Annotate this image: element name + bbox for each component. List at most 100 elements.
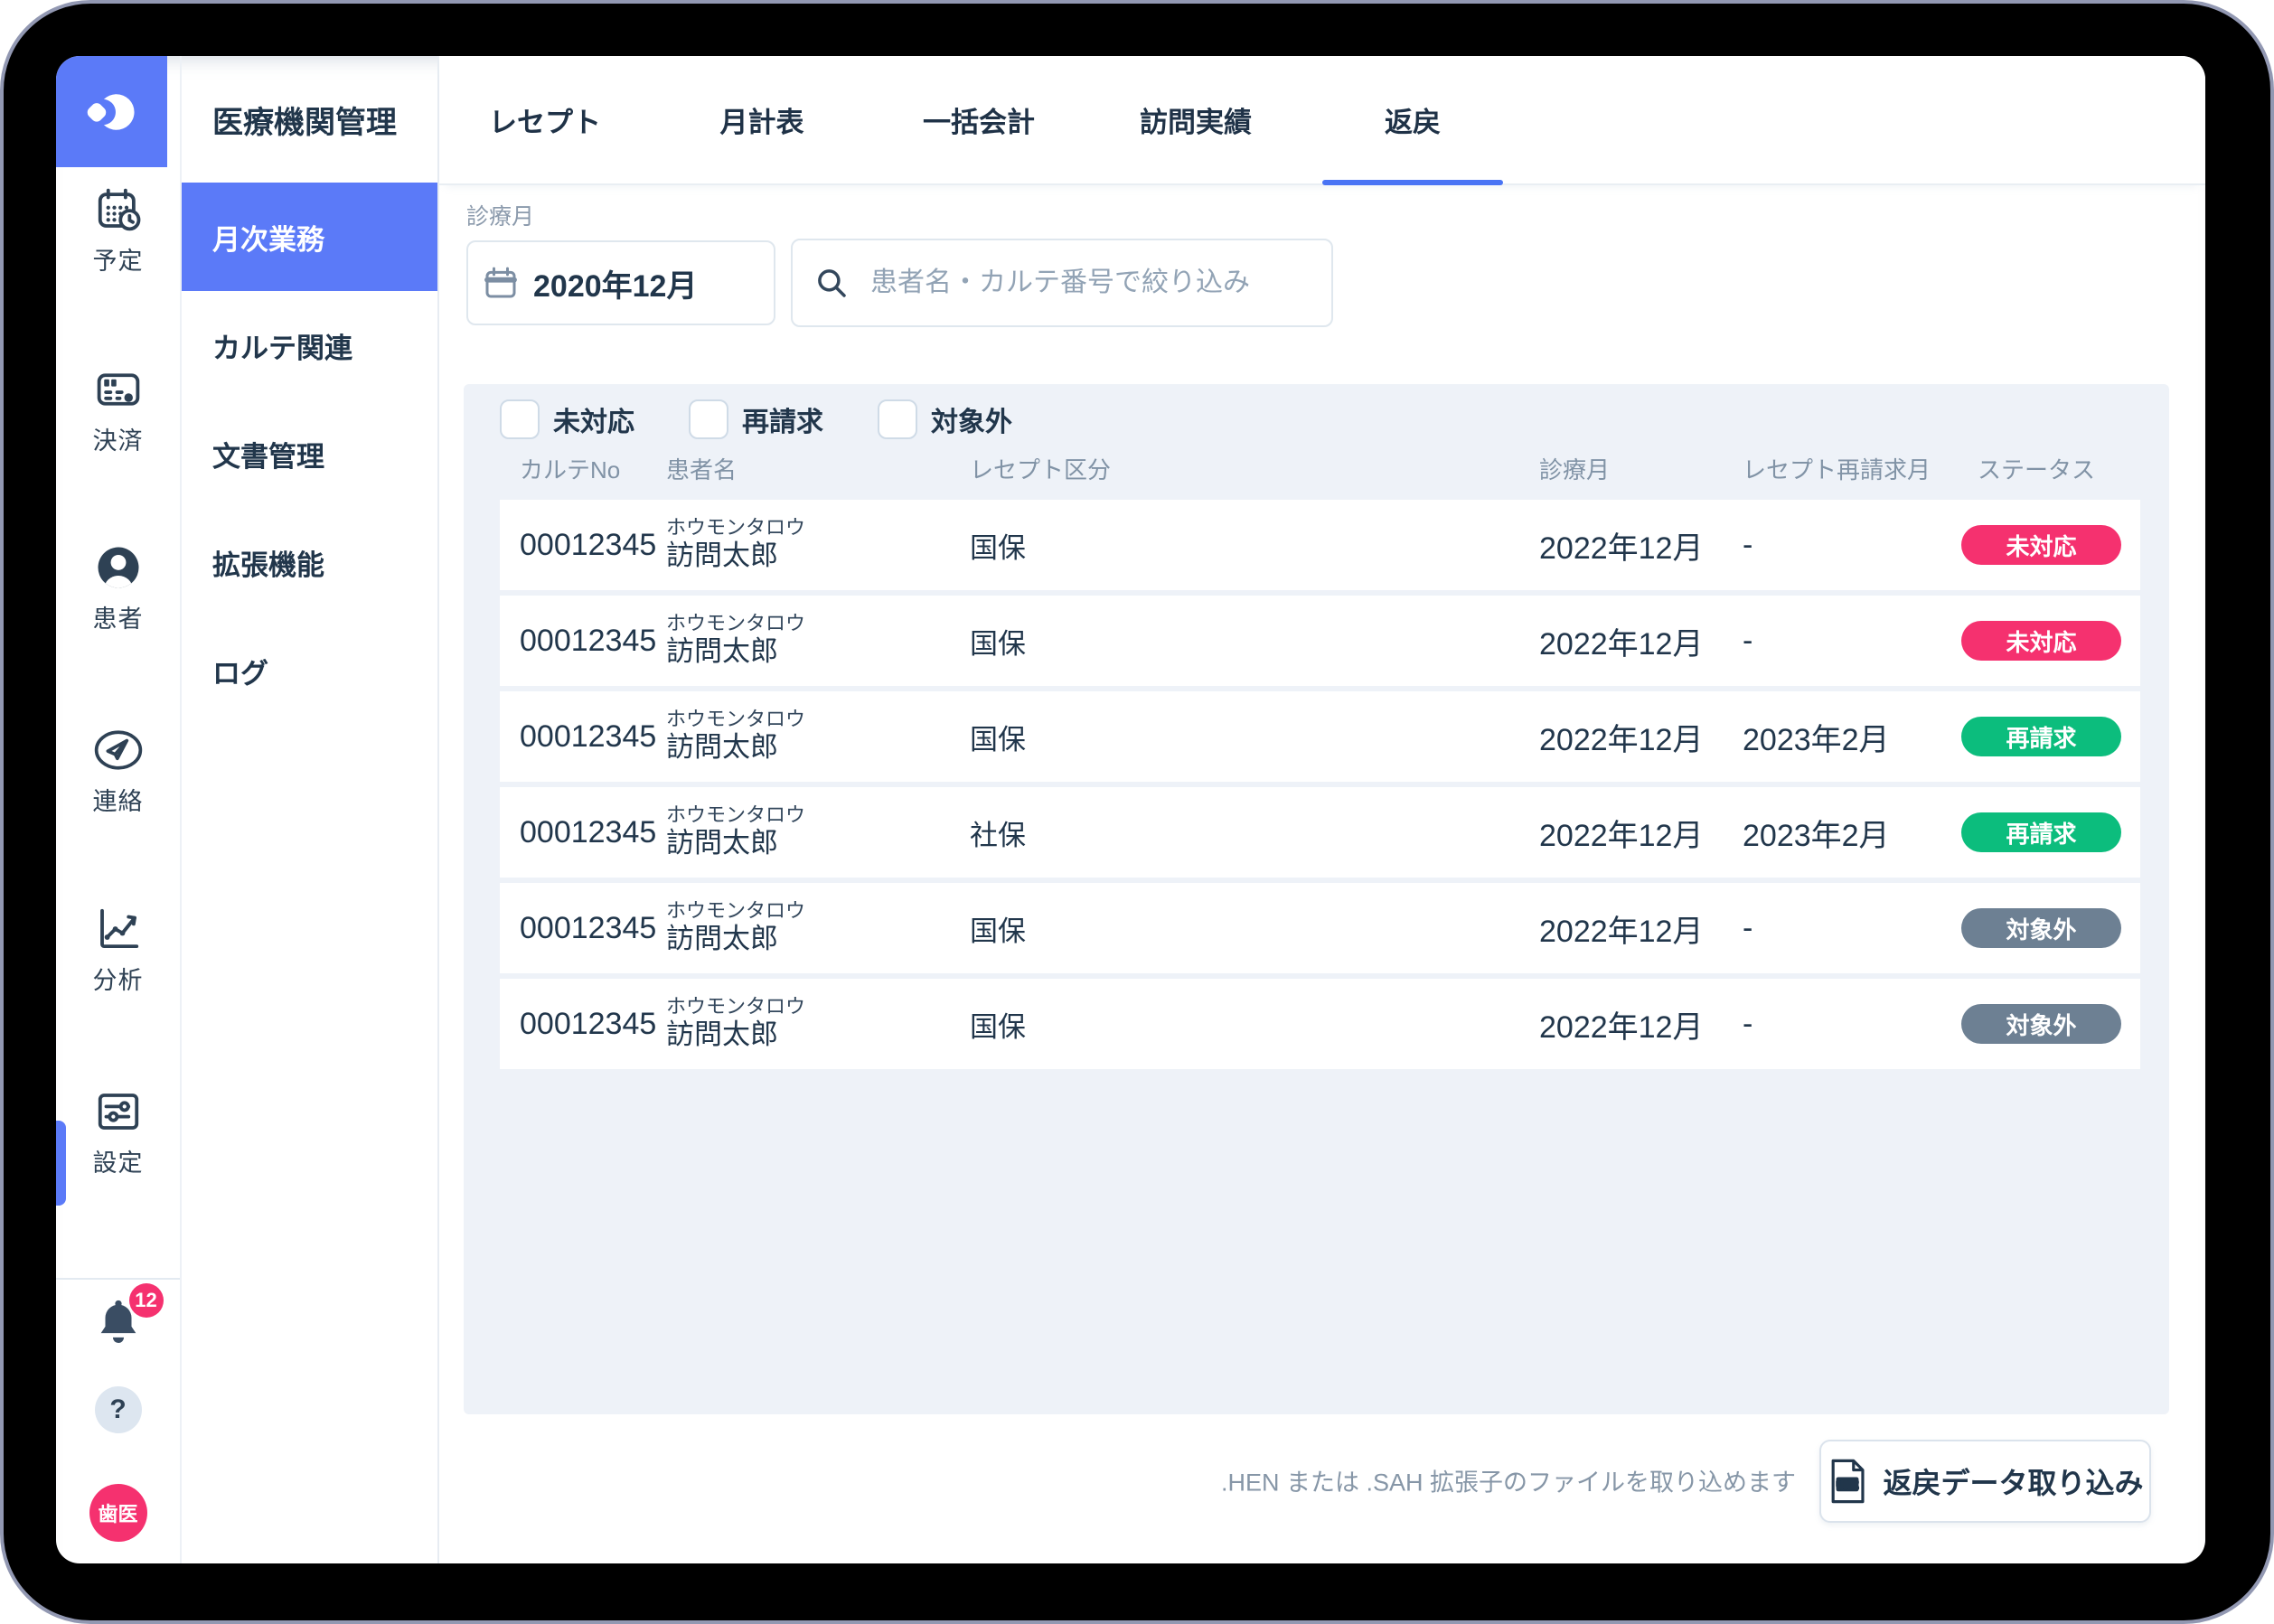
cell-patient-name: ホウモンタロウ 訪問太郎	[666, 596, 805, 686]
help-button[interactable]: ?	[56, 1386, 180, 1433]
sidebar-item-schedule[interactable]: 予定	[56, 185, 180, 277]
status-badge: 再請求	[1961, 812, 2121, 852]
cell-patient-name: ホウモンタロウ 訪問太郎	[666, 883, 805, 973]
col-header-patient: 患者名	[666, 452, 737, 485]
notification-badge: 12	[129, 1283, 164, 1318]
checkbox-excluded[interactable]	[878, 399, 917, 439]
user-avatar[interactable]: 歯医	[56, 1484, 180, 1542]
status-badge: 未対応	[1961, 621, 2121, 661]
sidebar-item-patients[interactable]: 患者	[56, 543, 180, 634]
cell-resubmit-month: 2023年2月	[1743, 691, 1890, 782]
cell-month: 2022年12月	[1539, 883, 1703, 973]
calendar-icon	[483, 265, 519, 301]
table-body: 00012345 ホウモンタロウ 訪問太郎 国保 2022年12月 - 未対応 …	[500, 500, 2140, 1075]
col-header-category: レセプト区分	[970, 452, 1111, 485]
patient-kana: ホウモンタロウ	[666, 900, 805, 922]
checkbox-untreated[interactable]	[500, 399, 540, 439]
cell-resubmit-month: 2023年2月	[1743, 787, 1890, 878]
table-row[interactable]: 00012345 ホウモンタロウ 訪問太郎 国保 2022年12月 - 未対応	[500, 500, 2140, 590]
cell-status: 再請求	[1961, 691, 2121, 782]
cell-chart-no: 00012345	[520, 787, 656, 878]
sidebar-item-payment[interactable]: 決済	[56, 365, 180, 456]
treatment-month-label: 診療月	[466, 199, 534, 231]
sidebar-item-analytics[interactable]: 分析	[56, 905, 180, 996]
table-row[interactable]: 00012345 ホウモンタロウ 訪問太郎 国保 2022年12月 - 未対応	[500, 596, 2140, 686]
cell-category: 国保	[970, 596, 1026, 686]
patient-name: 訪問太郎	[666, 922, 778, 957]
tab-returns[interactable]: 返戻	[1322, 56, 1503, 183]
table-header: カルテNo 患者名 レセプト区分 診療月 レセプト再請求月 ステータス	[464, 452, 2169, 502]
app-window: 予定 決済 患者	[56, 56, 2205, 1563]
checkbox-resubmit[interactable]	[689, 399, 728, 439]
cell-month: 2022年12月	[1539, 500, 1703, 590]
patient-search[interactable]	[791, 239, 1333, 327]
main-content: レセプト 月計表 一括会計 訪問実績 返戻 診療月 2020年12月	[439, 56, 2205, 1563]
tab-monthly-table[interactable]: 月計表	[672, 56, 852, 183]
status-badge: 未対応	[1961, 525, 2121, 565]
patient-kana: ホウモンタロウ	[666, 996, 805, 1018]
cell-month: 2022年12月	[1539, 691, 1703, 782]
patient-kana: ホウモンタロウ	[666, 517, 805, 539]
sidebar-item-contact[interactable]: 連絡	[56, 726, 180, 817]
cell-resubmit-month: -	[1743, 596, 1752, 686]
status-badge: 再請求	[1961, 717, 2121, 756]
cell-chart-no: 00012345	[520, 883, 656, 973]
notifications-button[interactable]: 12	[56, 1296, 180, 1348]
tab-visit-results[interactable]: 訪問実績	[1105, 56, 1286, 183]
month-picker[interactable]: 2020年12月	[466, 240, 775, 325]
sidebar-item-label: 分析	[93, 961, 144, 996]
cell-resubmit-month: -	[1743, 883, 1752, 973]
sidebar-item-label: 設定	[93, 1143, 144, 1178]
patient-kana: ホウモンタロウ	[666, 613, 805, 634]
menu-item-chart-related[interactable]: カルテ関連	[182, 291, 437, 399]
patient-kana: ホウモンタロウ	[666, 709, 805, 730]
uke-file-icon: UKE	[1827, 1458, 1868, 1505]
avatar-label: 歯医	[98, 1498, 137, 1527]
table-row[interactable]: 00012345 ホウモンタロウ 訪問太郎 社保 2022年12月 2023年2…	[500, 787, 2140, 878]
col-header-status: ステータス	[1978, 452, 2095, 485]
search-input[interactable]	[870, 268, 1331, 298]
secondary-sidebar: 医療機関管理 月次業務 カルテ関連 文書管理 拡張機能 ログ	[182, 56, 439, 1563]
cell-category: 社保	[970, 787, 1026, 878]
cell-month: 2022年12月	[1539, 596, 1703, 686]
status-filter-row: 未対応 再請求 対象外	[500, 399, 1067, 439]
sidebar-item-label: 連絡	[93, 782, 144, 817]
app-logo[interactable]	[56, 56, 167, 167]
cell-status: 対象外	[1961, 979, 2121, 1069]
menu-item-log[interactable]: ログ	[182, 616, 437, 725]
checkbox-label: 未対応	[553, 399, 634, 439]
sidebar-item-label: 決済	[93, 421, 144, 456]
cell-category: 国保	[970, 691, 1026, 782]
sidebar-item-label: 予定	[93, 241, 144, 277]
import-returns-button[interactable]: UKE 返戻データ取り込み	[1819, 1440, 2151, 1523]
table-row[interactable]: 00012345 ホウモンタロウ 訪問太郎 国保 2022年12月 2023年2…	[500, 691, 2140, 782]
import-hint-text: .HEN または .SAH 拡張子のファイルを取り込めます	[439, 1463, 1796, 1498]
sidebar-item-label: 患者	[93, 599, 144, 634]
sidebar-item-settings[interactable]: 設定	[56, 1087, 180, 1178]
patient-icon	[94, 543, 143, 592]
tab-batch-accounting[interactable]: 一括会計	[888, 56, 1069, 183]
menu-item-document-management[interactable]: 文書管理	[182, 399, 437, 508]
tab-receipt[interactable]: レセプト	[455, 56, 635, 183]
col-header-chart-no: カルテNo	[520, 452, 620, 485]
rail-divider	[56, 1278, 180, 1280]
cell-patient-name: ホウモンタロウ 訪問太郎	[666, 787, 805, 878]
menu-item-monthly-work[interactable]: 月次業務	[182, 183, 437, 291]
patient-kana: ホウモンタロウ	[666, 804, 805, 826]
cell-status: 再請求	[1961, 787, 2121, 878]
cell-chart-no: 00012345	[520, 979, 656, 1069]
cell-category: 国保	[970, 883, 1026, 973]
month-picker-value: 2020年12月	[533, 261, 697, 305]
patient-name: 訪問太郎	[666, 634, 778, 670]
sliders-icon	[94, 1087, 143, 1136]
status-badge: 対象外	[1961, 1004, 2121, 1044]
checkbox-label: 対象外	[931, 399, 1012, 439]
menu-item-extensions[interactable]: 拡張機能	[182, 508, 437, 616]
menu-header: 医療機関管理	[182, 56, 437, 183]
table-row[interactable]: 00012345 ホウモンタロウ 訪問太郎 国保 2022年12月 - 対象外	[500, 883, 2140, 973]
status-badge: 対象外	[1961, 908, 2121, 948]
crescent-dot-logo-icon	[76, 78, 148, 146]
table-row[interactable]: 00012345 ホウモンタロウ 訪問太郎 国保 2022年12月 - 対象外	[500, 979, 2140, 1069]
cell-category: 国保	[970, 500, 1026, 590]
cell-month: 2022年12月	[1539, 979, 1703, 1069]
